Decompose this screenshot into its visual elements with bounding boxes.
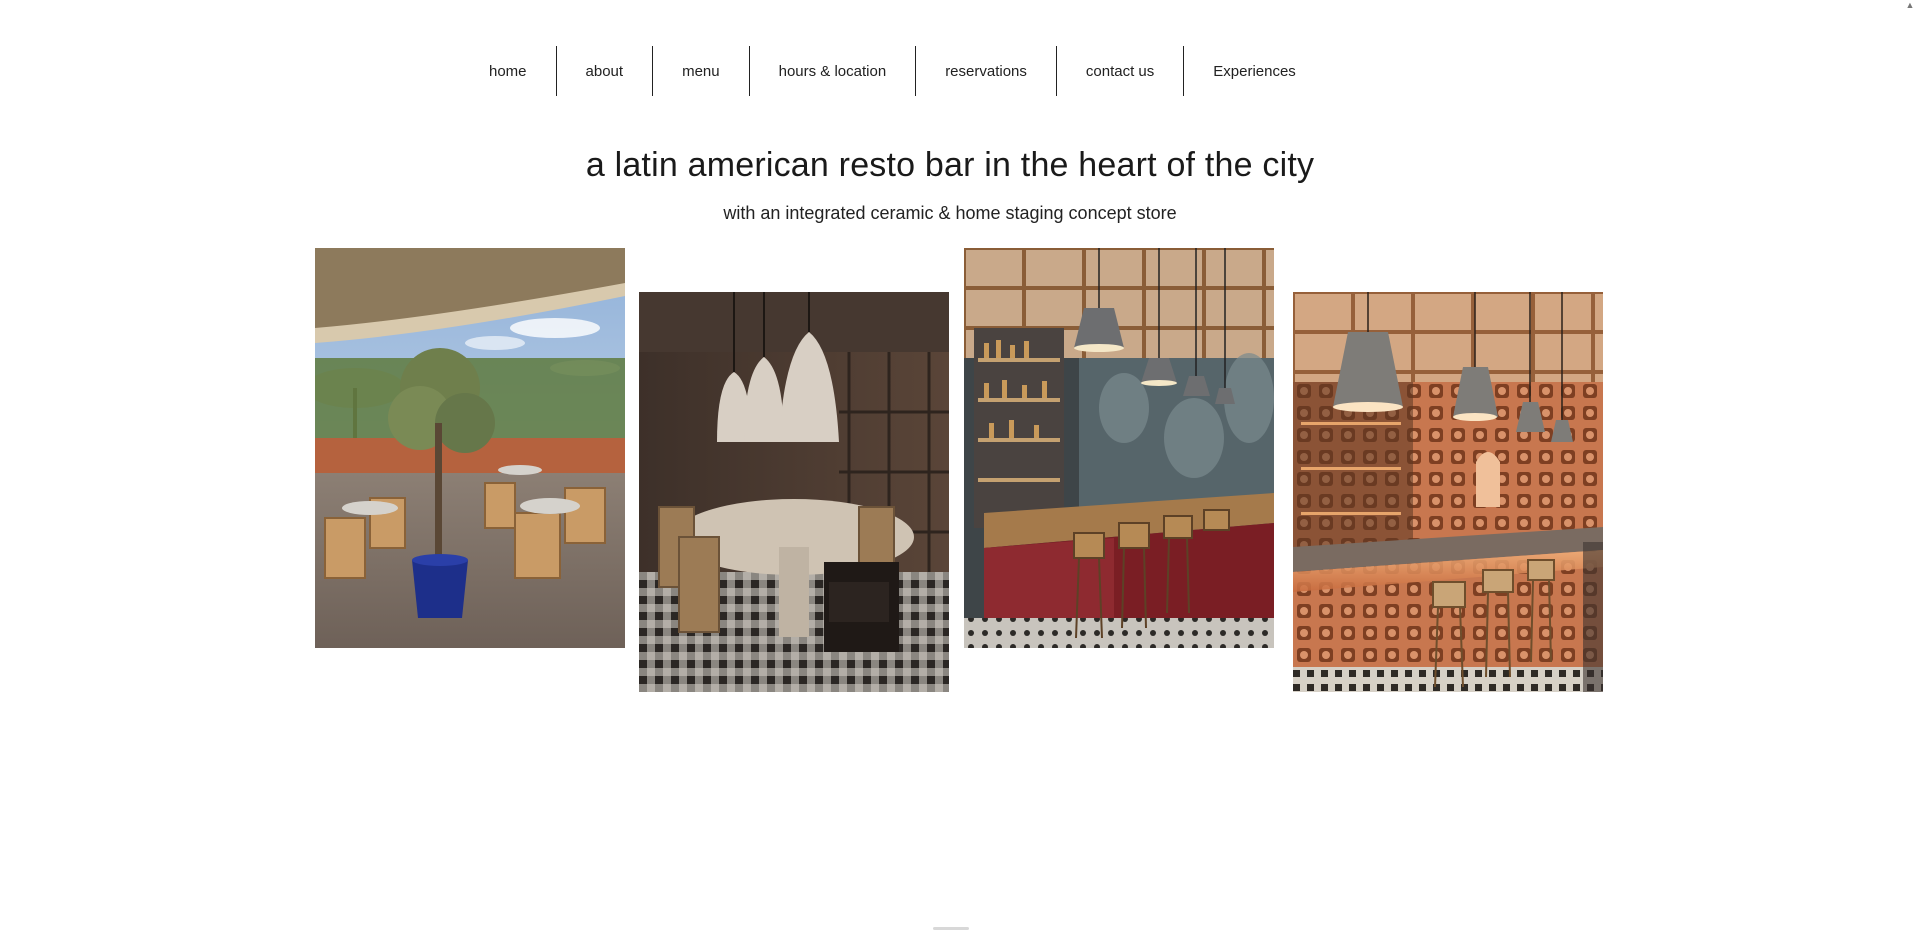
page-subheadline: with an integrated ceramic & home stagin…: [723, 203, 1177, 223]
terracotta-bar-photo[interactable]: [1293, 292, 1603, 692]
page: ▲ home about menu hours & location reser…: [0, 0, 1918, 930]
nav-item-contact-us[interactable]: contact us: [1057, 46, 1185, 96]
bar-counter-image: [964, 248, 1274, 648]
bar-counter-photo[interactable]: [964, 248, 1274, 648]
terracotta-bar-image: [1293, 292, 1603, 692]
nav-item-menu[interactable]: menu: [653, 46, 750, 96]
main-nav: home about menu hours & location reserva…: [460, 46, 1325, 96]
nav-item-hours-location[interactable]: hours & location: [750, 46, 917, 96]
private-dining-room-image: [639, 292, 949, 692]
rooftop-terrace-photo[interactable]: [315, 248, 625, 648]
nav-item-experiences[interactable]: Experiences: [1184, 46, 1325, 96]
scroll-up-icon[interactable]: ▲: [1904, 0, 1916, 10]
rooftop-terrace-image: [315, 248, 625, 648]
page-headline: a latin american resto bar in the heart …: [585, 146, 1315, 184]
nav-item-home[interactable]: home: [460, 46, 557, 96]
private-dining-room-photo[interactable]: [639, 292, 949, 692]
nav-item-about[interactable]: about: [557, 46, 654, 96]
nav-item-reservations[interactable]: reservations: [916, 46, 1057, 96]
